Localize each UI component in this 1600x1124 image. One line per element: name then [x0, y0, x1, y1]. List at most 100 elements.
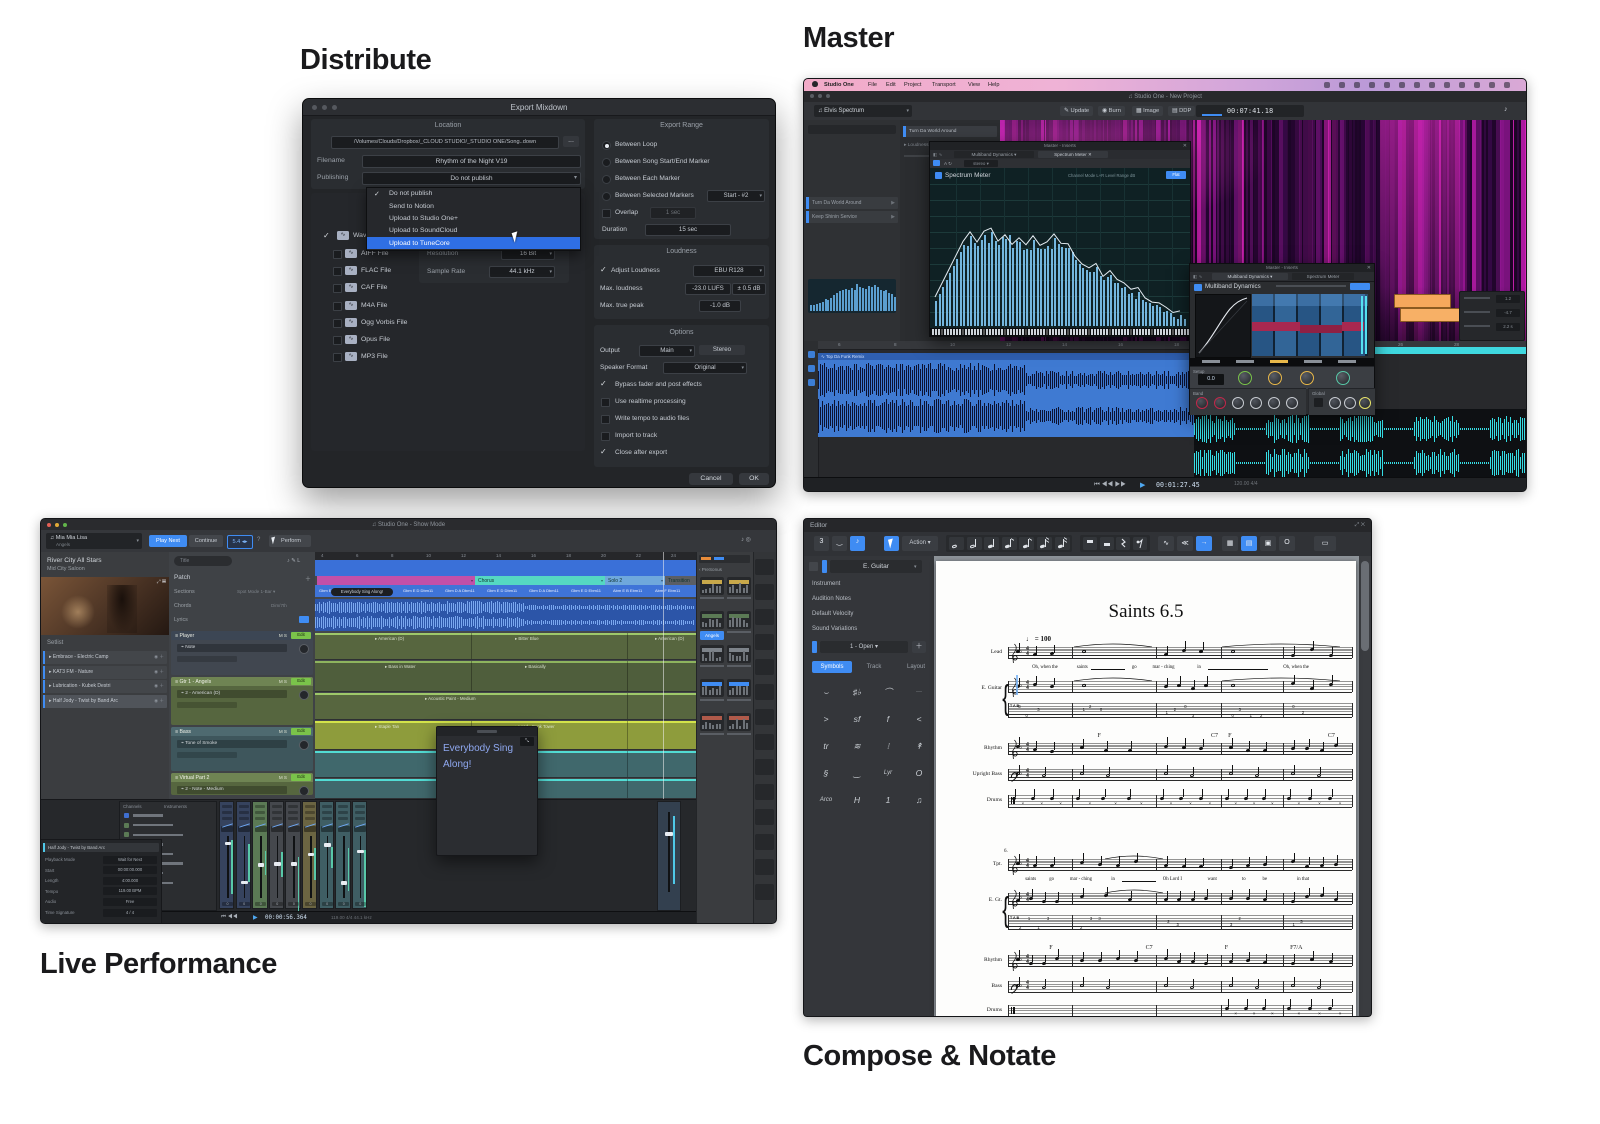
symbol-button[interactable]: ⁝ [876, 737, 900, 755]
clip-orange[interactable] [1400, 308, 1464, 322]
knob[interactable] [1268, 371, 1282, 385]
symbol-button[interactable]: 1 [876, 791, 900, 809]
clip-orange[interactable] [1394, 294, 1451, 308]
fader-cap[interactable] [665, 832, 673, 836]
column-header-chip[interactable]: Turn Da World Around [903, 126, 997, 137]
mixer-strip[interactable]: 0 [219, 801, 234, 909]
track-header[interactable]: ≡ PlayerM SEdit⌁ Note [171, 631, 313, 675]
knob[interactable] [1359, 397, 1371, 409]
samplerate-dropdown[interactable]: 44.1 kHz▾ [489, 266, 555, 278]
mixer-strip[interactable]: 0 [319, 801, 334, 909]
plugin-tab-active[interactable]: Spectrum Meter ✕ [1038, 151, 1108, 158]
ok-button[interactable]: OK [739, 473, 769, 485]
format-checkbox[interactable] [333, 336, 342, 345]
play-icon[interactable]: ▶ [891, 200, 895, 206]
photo-icons[interactable]: ⤢ ▤ [157, 579, 166, 585]
macro-value[interactable]: -4.7 [1496, 309, 1520, 317]
option-checkbox[interactable] [601, 398, 610, 407]
view-mode-button[interactable]: O [1279, 536, 1295, 551]
apple-menu-icon[interactable] [812, 81, 818, 87]
symbol-button[interactable]: O [907, 764, 931, 782]
plugin-tab[interactable]: Multiband Dynamics ▾ [954, 151, 1034, 158]
mixer-strip[interactable]: 0 [236, 801, 251, 909]
menubar-item[interactable]: Edit [886, 82, 896, 88]
menubar-status-icon[interactable] [1474, 82, 1480, 88]
strip-slot[interactable] [272, 811, 282, 814]
radio-button[interactable] [602, 158, 611, 167]
knob[interactable] [1238, 371, 1252, 385]
instrument-track[interactable]: ▸ Bass in Water▸ Basically [315, 661, 696, 692]
panel-tab[interactable] [755, 634, 774, 650]
symbol-button[interactable]: ↟ [907, 737, 931, 755]
menubar-item[interactable]: Transport [932, 82, 956, 88]
chords-row-value[interactable]: Dim/7th [271, 603, 287, 608]
fader-cap[interactable] [291, 862, 297, 865]
menubar-status-icon[interactable] [1369, 82, 1375, 88]
mixer-strip[interactable]: 0 [269, 801, 284, 909]
panel-tab[interactable] [755, 734, 774, 750]
section-block[interactable]: ▾ [317, 576, 476, 585]
knob[interactable] [1300, 371, 1314, 385]
setlist-item[interactable]: ▸ Embrace - Electric Camp◉ ＋ [43, 651, 167, 664]
help-icon[interactable]: ? [257, 537, 260, 543]
device-thumbnail[interactable] [727, 645, 751, 663]
knob[interactable] [299, 644, 309, 654]
instrument-track[interactable]: ▸ Acoustic Paint - Medium [315, 693, 696, 720]
mixer-strip[interactable]: 0 [285, 801, 300, 909]
play-icon[interactable]: ▶ [891, 214, 895, 220]
fader-cap[interactable] [308, 853, 314, 856]
panel-tab[interactable] [755, 709, 774, 725]
note-value-button[interactable] [1019, 537, 1034, 550]
close-icon[interactable]: ✕ [1367, 265, 1371, 271]
panel-tab[interactable] [755, 609, 774, 625]
format-checkbox[interactable] [333, 319, 342, 328]
patch-slot[interactable]: ⌁ Tone of Smoke [177, 740, 287, 748]
strip-slot[interactable] [338, 817, 348, 820]
transport-buttons[interactable]: ⏮ ◀◀ ▶▶ [1094, 481, 1126, 489]
strip-slot[interactable] [322, 805, 332, 808]
section-block[interactable]: Solo 2▾ [605, 576, 666, 585]
strip-slot[interactable] [288, 811, 298, 814]
input-mode-button[interactable]: 3 [814, 536, 829, 551]
knob[interactable] [1336, 371, 1350, 385]
radio-button[interactable] [602, 141, 611, 150]
strip-slot[interactable] [239, 811, 249, 814]
menubar-item[interactable]: Studio One [824, 82, 854, 88]
strip-slot[interactable] [239, 817, 249, 820]
speaker-format-dropdown[interactable]: Original▾ [663, 362, 747, 374]
strip-slot[interactable] [355, 811, 365, 814]
inspector-header[interactable]: Half Jody - Twist by Band Arc [43, 843, 159, 852]
setup-value[interactable]: 0.0 [1198, 374, 1224, 385]
strip-slot[interactable] [272, 817, 282, 820]
setlist-item[interactable]: ▸ Half Jody - Twist by Band Arc◉ ＋ [43, 695, 167, 708]
transport-buttons[interactable]: ⏮ ◀◀ [221, 914, 238, 921]
strip-slot[interactable] [255, 817, 265, 820]
marker-dropdown[interactable]: Start - #2▾ [707, 190, 765, 202]
rest-button[interactable] [1100, 537, 1114, 550]
menu-item[interactable]: Upload to TuneCore [367, 237, 580, 249]
device-thumbnail[interactable] [727, 713, 751, 731]
option-checkbox[interactable] [601, 432, 610, 441]
mute-solo-buttons[interactable]: M S [279, 633, 287, 638]
device-thumbnail[interactable] [700, 679, 724, 697]
note-value-button[interactable] [984, 537, 999, 550]
patch-slot[interactable]: ⌁ Note [177, 644, 287, 652]
item-icons[interactable]: ◉ ＋ [154, 669, 164, 675]
band-label[interactable] [1304, 360, 1322, 363]
device-thumbnail[interactable] [700, 713, 724, 731]
symbol-button[interactable]: § [814, 764, 838, 782]
sidebar-tab-symbols[interactable]: Symbols [812, 661, 852, 673]
plugin-tab-active[interactable]: Multiband Dynamics ▾ [1212, 273, 1288, 280]
item-icons[interactable]: ◉ ＋ [154, 698, 164, 704]
menubar-status-icon[interactable] [1459, 82, 1465, 88]
scrollbar-thumb[interactable] [1361, 561, 1369, 651]
patch-filter-icons[interactable]: ♪ ✎ L [287, 558, 300, 564]
mbd-header-chip[interactable] [1350, 283, 1370, 290]
menubar-status-icon[interactable] [1324, 82, 1330, 88]
overlap-checkbox[interactable] [602, 209, 611, 218]
symbol-button[interactable]: sf [845, 710, 869, 728]
device-thumbnail[interactable] [727, 679, 751, 697]
audio-track-cyan[interactable] [1194, 409, 1526, 485]
format-checkbox[interactable] [333, 267, 342, 276]
strip-slot[interactable] [222, 817, 232, 820]
